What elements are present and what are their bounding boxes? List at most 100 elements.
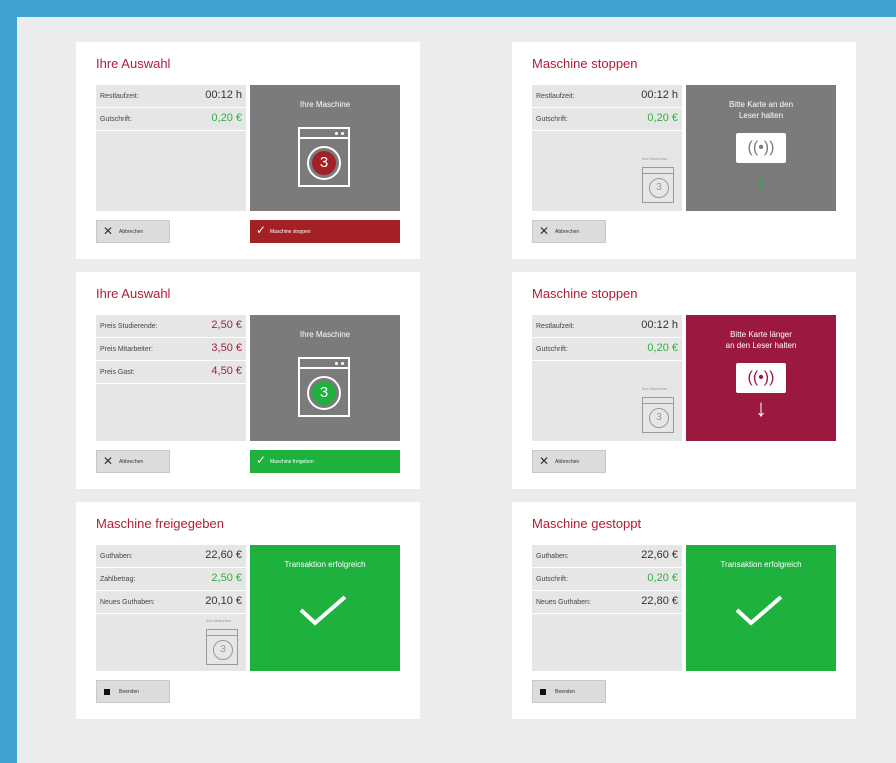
row-value: 2,50 € [211, 319, 242, 331]
row-value: 00:12 h [641, 319, 678, 331]
cancel-button[interactable]: ✕ Abbrechen [532, 220, 606, 243]
washing-machine-icon: 3 [206, 629, 238, 665]
machine-number: 3 [649, 408, 669, 428]
row-label: Neues Guthaben: [100, 599, 155, 606]
table-row: Gutschrift: 0,20 € [96, 108, 246, 131]
cancel-button[interactable]: ✕ Abbrechen [532, 450, 606, 473]
panel-text: Bitte Karte länger an den Leser halten [725, 330, 797, 350]
mini-machine-label: Ihre Maschine [642, 386, 668, 391]
row-label: Restlaufzeit: [100, 93, 139, 100]
table-row: Restlaufzeit: 00:12 h [532, 85, 682, 108]
row-label: Gutschrift: [100, 116, 132, 123]
stop-square-icon [540, 689, 546, 695]
row-label: Guthaben: [100, 553, 133, 560]
row-value: 0,20 € [647, 342, 678, 354]
row-value: 22,80 € [641, 595, 678, 607]
stop-square-icon [104, 689, 110, 695]
row-value: 00:12 h [205, 89, 242, 101]
cancel-label: Abbrechen [555, 229, 580, 235]
checkmark-icon [299, 595, 347, 626]
finish-label: Beenden [119, 689, 140, 695]
card-title: Ihre Auswahl [96, 286, 171, 301]
cancel-button[interactable]: ✕ Abbrechen [96, 220, 170, 243]
machine-number: 3 [213, 640, 233, 660]
action-label: Maschine freigeben [270, 459, 314, 465]
success-panel: Transaktion erfolgreich [686, 545, 836, 671]
row-value: 4,50 € [211, 365, 242, 377]
card-stop-tap-card: Maschine stoppen Restlaufzeit: 00:12 h G… [512, 42, 856, 259]
finish-button[interactable]: Beenden [96, 680, 170, 703]
card-selection-stop: Ihre Auswahl Restlaufzeit: 00:12 h Gutsc… [76, 42, 420, 259]
washing-machine-icon: 3 [642, 167, 674, 203]
row-label: Preis Mitarbeiter: [100, 346, 153, 353]
finish-label: Beenden [555, 689, 576, 695]
row-value: 2,50 € [211, 572, 242, 584]
arrow-down-icon: ↓ [755, 395, 767, 422]
card-machine-stopped: Maschine gestoppt Guthaben: 22,60 € Guts… [512, 502, 856, 719]
close-icon: ✕ [539, 454, 550, 468]
card-reader-panel: Bitte Karte an den Leser halten ((•)) ↓ [686, 85, 836, 211]
cancel-button[interactable]: ✕ Abbrechen [96, 450, 170, 473]
row-value: 0,20 € [211, 112, 242, 124]
arrow-down-icon: ↓ [755, 165, 767, 192]
row-label: Zahlbetrag: [100, 576, 136, 583]
close-icon: ✕ [103, 454, 114, 468]
card-selection-release: Ihre Auswahl Preis Studierende: 2,50 € P… [76, 272, 420, 489]
card-title: Maschine gestoppt [532, 516, 642, 531]
card-title: Maschine stoppen [532, 286, 638, 301]
table-row: Guthaben: 22,60 € [96, 545, 246, 568]
washing-machine-icon: 3 [642, 397, 674, 433]
card-title: Maschine stoppen [532, 56, 638, 71]
card-title: Ihre Auswahl [96, 56, 171, 71]
table-row: Neues Guthaben: 22,80 € [532, 591, 682, 614]
table-row: Restlaufzeit: 00:12 h [96, 85, 246, 108]
row-value: 22,60 € [205, 549, 242, 561]
machine-panel: Ihre Maschine 3 [250, 85, 400, 211]
table-row: Neues Guthaben: 20,10 € [96, 591, 246, 614]
row-label: Restlaufzeit: [536, 323, 575, 330]
info-table: Guthaben: 22,60 € Gutschrift: 0,20 € Neu… [532, 545, 682, 671]
panel-text: Ihre Maschine [299, 330, 351, 339]
cancel-label: Abbrechen [555, 459, 580, 465]
table-row: Restlaufzeit: 00:12 h [532, 315, 682, 338]
washing-machine-icon: 3 [298, 127, 350, 187]
info-table: Restlaufzeit: 00:12 h Gutschrift: 0,20 € [96, 85, 246, 211]
table-row: Zahlbetrag: 2,50 € [96, 568, 246, 591]
stop-machine-button[interactable]: ✓ Maschine stoppen [250, 220, 400, 243]
table-row: Preis Mitarbeiter: 3,50 € [96, 338, 246, 361]
panel-text: Bitte Karte an den Leser halten [728, 100, 794, 120]
panel-text: Transaktion erfolgreich [284, 560, 366, 569]
row-value: 3,50 € [211, 342, 242, 354]
info-table: Guthaben: 22,60 € Zahlbetrag: 2,50 € Neu… [96, 545, 246, 671]
release-machine-button[interactable]: ✓ Maschine freigeben [250, 450, 400, 473]
card-machine-released: Maschine freigegeben Guthaben: 22,60 € Z… [76, 502, 420, 719]
action-label: Maschine stoppen [270, 229, 311, 235]
row-label: Gutschrift: [536, 576, 568, 583]
table-row: Guthaben: 22,60 € [532, 545, 682, 568]
cancel-label: Abbrechen [119, 229, 144, 235]
finish-button[interactable]: Beenden [532, 680, 606, 703]
row-label: Guthaben: [536, 553, 569, 560]
row-label: Neues Guthaben: [536, 599, 591, 606]
mini-machine-label: Ihre Maschine [206, 618, 232, 623]
card-stop-hold-longer: Maschine stoppen Restlaufzeit: 00:12 h G… [512, 272, 856, 489]
row-label: Gutschrift: [536, 116, 568, 123]
nfc-icon: ((•)) [736, 133, 786, 163]
checkmark-icon [735, 595, 783, 626]
washing-machine-icon: 3 [298, 357, 350, 417]
card-reader-panel: Bitte Karte länger an den Leser halten ((… [686, 315, 836, 441]
machine-number: 3 [312, 381, 336, 405]
screens-overview: Ihre Auswahl Restlaufzeit: 00:12 h Gutsc… [17, 17, 896, 763]
mini-machine-label: Ihre Maschine [642, 156, 668, 161]
close-icon: ✕ [103, 224, 114, 238]
info-table: Restlaufzeit: 00:12 h Gutschrift: 0,20 €… [532, 315, 682, 441]
machine-number: 3 [649, 178, 669, 198]
row-value: 00:12 h [641, 89, 678, 101]
machine-panel: Ihre Maschine 3 [250, 315, 400, 441]
check-icon: ✓ [256, 223, 267, 237]
row-value: 20,10 € [205, 595, 242, 607]
check-icon: ✓ [256, 453, 267, 467]
info-table: Preis Studierende: 2,50 € Preis Mitarbei… [96, 315, 246, 441]
row-value: 0,20 € [647, 112, 678, 124]
table-row: Gutschrift: 0,20 € [532, 108, 682, 131]
